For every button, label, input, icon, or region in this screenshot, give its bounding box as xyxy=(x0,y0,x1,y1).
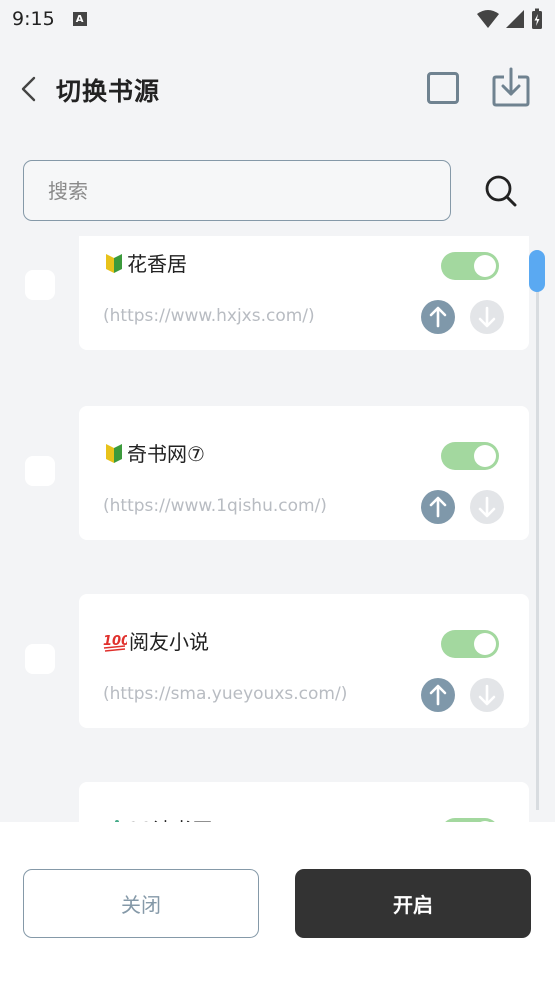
enable-toggle[interactable] xyxy=(441,630,499,658)
search-icon[interactable] xyxy=(484,174,518,208)
item-checkbox[interactable] xyxy=(25,644,55,674)
move-up-button[interactable] xyxy=(421,490,455,524)
app-bar: 切换书源 xyxy=(0,50,555,130)
source-list[interactable]: 花香居 (https://www.hxjxs.com/) 奇书网⑦ (https… xyxy=(0,236,555,822)
source-card[interactable]: 花香居 (https://www.hxjxs.com/) xyxy=(79,236,529,350)
list-item: 奇书网⑦ (https://www.1qishu.com/) xyxy=(0,406,555,540)
source-name-text: 阅友小说 xyxy=(129,630,209,654)
toggle-knob xyxy=(474,633,496,655)
back-arrow-icon[interactable] xyxy=(16,74,44,104)
page-title: 切换书源 xyxy=(56,77,161,106)
source-name-text: 奇书网⑦ xyxy=(127,442,205,466)
select-all-checkbox[interactable] xyxy=(427,72,459,104)
list-item: 花香居 (https://www.hxjxs.com/) xyxy=(0,236,555,350)
source-card[interactable]: 100 阅友小说 (https://sma.yueyouxs.com/) xyxy=(79,594,529,728)
source-name: 花香居 xyxy=(103,248,187,277)
arrow-down-icon xyxy=(478,306,496,328)
source-name-text: 88读书网⑦ xyxy=(127,814,230,822)
enable-toggle[interactable] xyxy=(441,252,499,280)
arrow-down-icon xyxy=(478,496,496,518)
signal-icon xyxy=(506,10,524,28)
arrow-down-icon xyxy=(478,684,496,706)
arrow-up-icon xyxy=(429,496,447,518)
toggle-knob xyxy=(474,255,496,277)
notification-icon: A xyxy=(72,12,87,26)
status-time: 9:15 xyxy=(12,8,55,30)
beginner-icon xyxy=(106,253,122,273)
move-down-button[interactable] xyxy=(470,678,504,712)
hundred-points-icon: 100 xyxy=(103,634,127,652)
move-up-button[interactable] xyxy=(421,300,455,334)
bottom-action-bar: 关闭 开启 xyxy=(0,822,555,985)
move-down-button[interactable] xyxy=(470,490,504,524)
arrow-up-icon xyxy=(429,306,447,328)
source-url: (https://www.hxjxs.com/) xyxy=(103,306,315,326)
status-indicators xyxy=(477,8,543,30)
scrollbar-track[interactable] xyxy=(536,250,539,810)
status-bar: 9:15 A xyxy=(0,0,555,38)
move-down-button[interactable] xyxy=(470,300,504,334)
list-item: 100 阅友小说 (https://sma.yueyouxs.com/) xyxy=(0,594,555,728)
scrollbar-thumb[interactable] xyxy=(529,250,545,292)
search-input[interactable] xyxy=(23,160,451,221)
source-name: 88读书网⑦ xyxy=(103,814,230,822)
source-name: 奇书网⑦ xyxy=(103,438,205,467)
source-card[interactable]: 88读书网⑦ xyxy=(79,782,529,822)
item-checkbox[interactable] xyxy=(25,270,55,300)
enable-toggle[interactable] xyxy=(441,442,499,470)
import-icon[interactable] xyxy=(492,67,530,107)
close-button[interactable]: 关闭 xyxy=(23,869,259,938)
move-up-button[interactable] xyxy=(421,678,455,712)
beginner-icon xyxy=(106,443,122,463)
wifi-icon xyxy=(477,10,499,28)
toggle-knob xyxy=(474,445,496,467)
list-item: 88读书网⑦ xyxy=(0,782,555,822)
source-url: (https://www.1qishu.com/) xyxy=(103,496,327,516)
source-card[interactable]: 奇书网⑦ (https://www.1qishu.com/) xyxy=(79,406,529,540)
item-checkbox[interactable] xyxy=(25,456,55,486)
arrow-up-icon xyxy=(429,684,447,706)
battery-icon xyxy=(532,8,542,29)
enable-button[interactable]: 开启 xyxy=(295,869,531,938)
source-url: (https://sma.yueyouxs.com/) xyxy=(103,684,348,704)
source-name: 100 阅友小说 xyxy=(103,626,209,655)
source-name-text: 花香居 xyxy=(127,252,187,276)
